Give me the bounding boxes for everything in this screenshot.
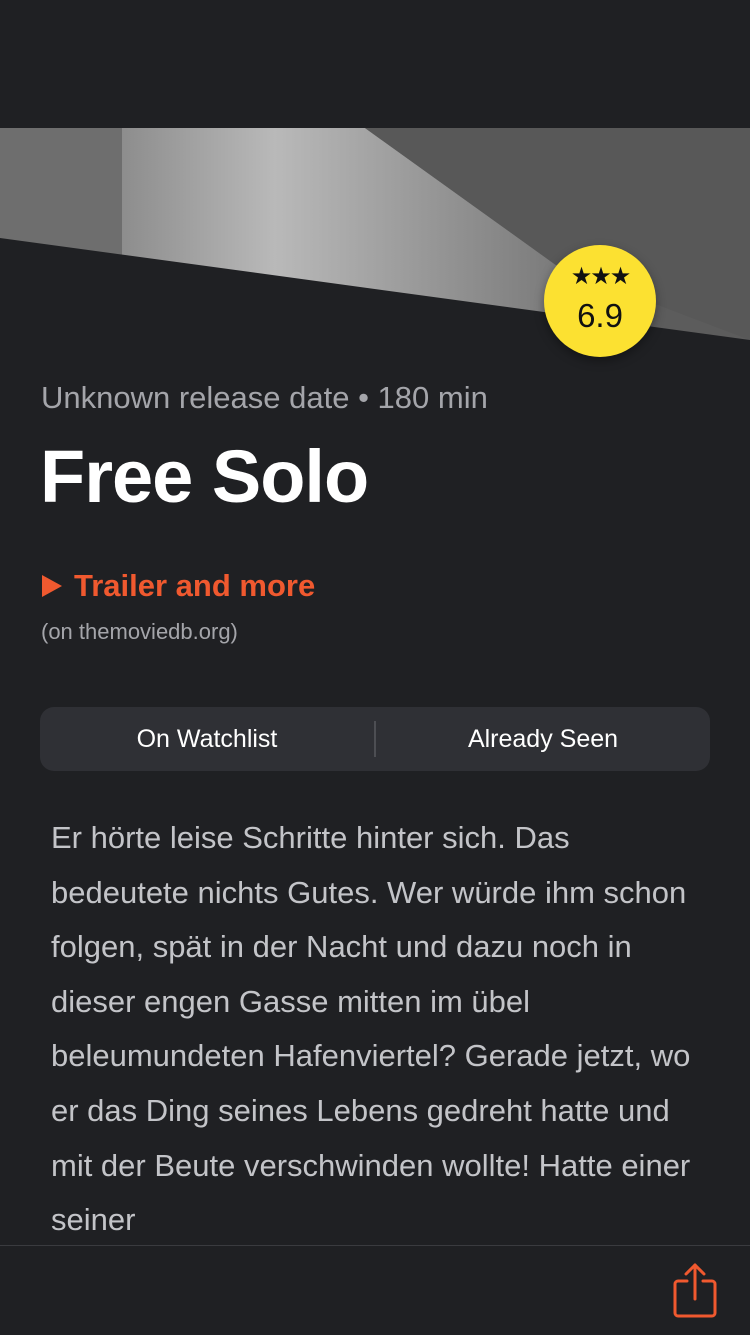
navigation-bar [0, 0, 750, 128]
watchlist-button[interactable]: On Watchlist [40, 707, 374, 771]
already-seen-button[interactable]: Already Seen [376, 707, 710, 771]
rating-value: 6.9 [577, 297, 623, 334]
movie-overview: Er hörte leise Schritte hinter sich. Das… [51, 820, 691, 1238]
bottom-toolbar [0, 1245, 750, 1335]
play-icon [41, 566, 63, 606]
trailer-link-label: Trailer and more [74, 568, 316, 603]
release-runtime-meta: Unknown release date • 180 min [41, 380, 488, 415]
trailer-link[interactable]: Trailer and more [41, 566, 315, 606]
watch-status-control: On Watchlist Already Seen [40, 707, 710, 771]
share-icon [670, 1263, 720, 1323]
rating-badge: ★★★ 6.9 [544, 245, 656, 357]
source-note: (on themoviedb.org) [41, 619, 238, 644]
star-icon: ★★★ [570, 262, 632, 290]
movie-title: Free Solo [40, 435, 369, 518]
share-button[interactable] [670, 1261, 720, 1319]
